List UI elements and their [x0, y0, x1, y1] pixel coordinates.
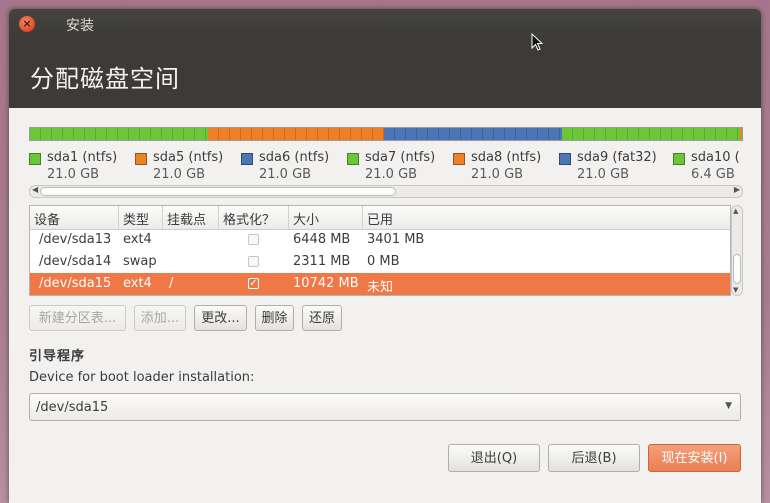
- partition-segment-sda6: [384, 128, 562, 140]
- legend-item: sda5 (ntfs) 21.0 GB: [135, 149, 241, 185]
- legend-swatch: [135, 153, 147, 165]
- add-partition-button[interactable]: 添加...: [134, 305, 186, 331]
- bootloader-device-value: /dev/sda15: [36, 400, 109, 415]
- legend-item: sda8 (ntfs) 21.0 GB: [453, 149, 559, 185]
- close-icon[interactable]: ×: [19, 16, 35, 32]
- legend-name: sda9 (fat32): [577, 150, 657, 165]
- column-divider: [118, 206, 119, 229]
- table-row[interactable]: /dev/sda14 swap 2311 MB 0 MB: [30, 251, 730, 273]
- mouse-pointer-icon: [531, 33, 543, 51]
- legend-name: sda10 (: [691, 150, 740, 165]
- column-divider: [362, 206, 363, 229]
- partition-table: 设备 类型 挂载点 格式化？ 大小 已用 /dev/sda13 ext4 644…: [29, 205, 731, 296]
- legend-swatch: [453, 153, 465, 165]
- legend-size: 6.4 GB: [691, 167, 735, 182]
- legend-swatch: [241, 153, 253, 165]
- legend-size: 21.0 GB: [47, 167, 100, 182]
- cell-device: /dev/sda13: [39, 232, 112, 247]
- legend-swatch: [29, 153, 41, 165]
- cell-type: ext4: [123, 276, 152, 291]
- legend-size: 21.0 GB: [577, 167, 630, 182]
- cell-type: ext4: [123, 232, 152, 247]
- column-divider: [162, 206, 163, 229]
- partition-bar: [29, 127, 743, 141]
- cell-used: 0 MB: [367, 254, 400, 269]
- window-title: 安装: [66, 18, 94, 34]
- legend-item: sda9 (fat32) 21.0 GB: [559, 149, 665, 185]
- scroll-right-icon[interactable]: ▶: [734, 185, 740, 194]
- install-now-button[interactable]: 现在安装(I): [648, 444, 741, 472]
- new-partition-table-button[interactable]: 新建分区表...: [29, 305, 126, 331]
- installer-window: × 安装 分配磁盘空间 sda1 (ntfs) 21.0 GB sda5 (nt…: [9, 9, 761, 503]
- legend-item: sda1 (ntfs) 21.0 GB: [29, 149, 135, 185]
- cell-mount: /: [169, 276, 174, 291]
- table-row[interactable]: /dev/sda13 ext4 6448 MB 3401 MB: [30, 229, 730, 251]
- scrollbar-thumb[interactable]: [40, 187, 396, 196]
- legend-item: sda7 (ntfs) 21.0 GB: [347, 149, 453, 185]
- change-partition-button[interactable]: 更改...: [194, 305, 247, 331]
- column-header-device[interactable]: 设备: [34, 209, 60, 228]
- legend-swatch: [673, 153, 685, 165]
- scrollbar-thumb[interactable]: [733, 254, 741, 284]
- column-divider: [218, 206, 219, 229]
- column-header-mount[interactable]: 挂载点: [167, 209, 206, 228]
- cell-type: swap: [123, 254, 157, 269]
- cell-device: /dev/sda15: [39, 276, 112, 291]
- partition-segment-sda7: [562, 128, 740, 140]
- chevron-down-icon: ▼: [725, 401, 732, 411]
- format-checkbox[interactable]: [248, 256, 259, 267]
- cell-device: /dev/sda14: [39, 254, 112, 269]
- partition-segment-sda5: [208, 128, 384, 140]
- delete-partition-button[interactable]: 删除: [255, 305, 294, 331]
- partition-segment-sda8: [740, 128, 742, 140]
- format-checkbox[interactable]: [248, 234, 259, 245]
- table-header: 设备 类型 挂载点 格式化？ 大小 已用: [30, 206, 730, 230]
- cell-used: 3401 MB: [367, 232, 425, 247]
- legend-size: 21.0 GB: [259, 167, 312, 182]
- scroll-down-icon[interactable]: ▼: [733, 286, 738, 294]
- column-divider: [288, 206, 289, 229]
- legend-size: 21.0 GB: [471, 167, 524, 182]
- column-header-type[interactable]: 类型: [123, 209, 149, 228]
- legend-item: sda10 ( 6.4 GB: [673, 149, 741, 185]
- legend-size: 21.0 GB: [153, 167, 206, 182]
- format-checkbox-checked[interactable]: ✓: [248, 278, 259, 289]
- legend-swatch: [347, 153, 359, 165]
- column-header-used[interactable]: 已用: [367, 209, 393, 228]
- scroll-left-icon[interactable]: ◀: [32, 185, 38, 194]
- legend-name: sda8 (ntfs): [471, 150, 542, 165]
- column-header-size[interactable]: 大小: [293, 209, 319, 228]
- page-title: 分配磁盘空间: [30, 65, 180, 93]
- bootloader-device-select[interactable]: /dev/sda15 ▼: [29, 393, 741, 421]
- title-bar: × 安装: [9, 9, 761, 39]
- cell-size: 6448 MB: [293, 232, 351, 247]
- page-header: 分配磁盘空间: [9, 39, 761, 108]
- scroll-up-icon[interactable]: ▲: [733, 207, 738, 215]
- quit-button[interactable]: 退出(Q): [448, 444, 540, 472]
- cell-size: 2311 MB: [293, 254, 351, 269]
- legend-name: sda6 (ntfs): [259, 150, 330, 165]
- table-vertical-scrollbar[interactable]: ▲ ▼: [731, 205, 743, 296]
- legend-swatch: [559, 153, 571, 165]
- partition-legend: sda1 (ntfs) 21.0 GB sda5 (ntfs) 21.0 GB …: [29, 149, 741, 185]
- bootloader-section-title: 引导程序: [29, 349, 86, 364]
- back-button[interactable]: 后退(B): [548, 444, 640, 472]
- bootloader-device-label: Device for boot loader installation:: [29, 370, 255, 385]
- legend-item: sda6 (ntfs) 21.0 GB: [241, 149, 347, 185]
- column-header-format[interactable]: 格式化？: [223, 209, 275, 228]
- cell-size: 10742 MB: [293, 276, 359, 291]
- cell-used: 未知: [367, 280, 394, 295]
- revert-button[interactable]: 还原: [302, 305, 342, 331]
- legend-name: sda1 (ntfs): [47, 150, 118, 165]
- legend-horizontal-scrollbar[interactable]: ◀ ▶: [29, 185, 743, 198]
- legend-name: sda7 (ntfs): [365, 150, 436, 165]
- table-row-selected[interactable]: /dev/sda15 ext4 / ✓ 10742 MB 未知: [30, 273, 730, 295]
- partition-segment-sda1: [30, 128, 208, 140]
- legend-size: 21.0 GB: [365, 167, 418, 182]
- legend-name: sda5 (ntfs): [153, 150, 224, 165]
